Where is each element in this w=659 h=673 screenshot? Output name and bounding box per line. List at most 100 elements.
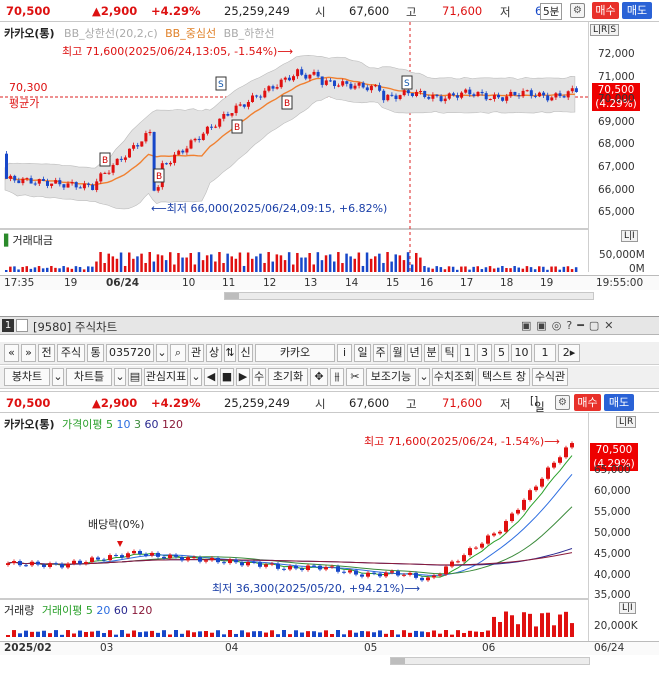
toolbar-button[interactable]: ⫵ xyxy=(330,368,344,386)
toolbar-button[interactable]: 035720 xyxy=(106,344,154,362)
top-li-toggle[interactable]: L|I xyxy=(621,230,638,242)
volume-bar xyxy=(333,261,336,272)
volume-bar xyxy=(513,266,516,272)
volume-bar xyxy=(12,630,16,637)
sell-button[interactable]: 매도 xyxy=(622,2,652,19)
toolbar-button[interactable]: ⌄ xyxy=(190,368,202,386)
bottom-gear-icon[interactable]: ⚙ xyxy=(555,395,570,410)
candle-body xyxy=(390,94,394,96)
toolbar-button[interactable]: 수치조회 xyxy=(432,368,476,386)
volume-bar xyxy=(540,613,544,637)
toolbar-button[interactable]: ◀ xyxy=(204,368,218,386)
toolbar-button[interactable]: 차트틀 xyxy=(66,368,112,386)
toolbar-button[interactable]: 봉차트 xyxy=(4,368,50,386)
bottom-sell-button[interactable]: 매도 xyxy=(604,394,634,411)
toolbar-button[interactable]: 일 xyxy=(354,344,371,362)
toolbar-button[interactable]: 1 xyxy=(534,344,556,362)
toolbar-button[interactable]: ⌄ xyxy=(418,368,430,386)
volume-bar xyxy=(238,252,242,272)
window-link-icon[interactable] xyxy=(16,319,28,332)
toolbar-button[interactable]: 보조기능 xyxy=(366,368,416,386)
bottom-li-toggle[interactable]: L|I xyxy=(619,602,636,614)
toolbar-button[interactable]: » xyxy=(21,344,36,362)
toolbar-button[interactable]: 신 xyxy=(238,344,253,362)
toolbar-button[interactable]: 10 xyxy=(511,344,532,362)
toolbar-button[interactable]: ✥ xyxy=(310,368,328,386)
toolbar-button[interactable]: 분 xyxy=(424,344,439,362)
top-scrollbar[interactable] xyxy=(224,292,594,300)
toolbar-button[interactable]: ⌄ xyxy=(156,344,168,362)
buy-button[interactable]: 매수 xyxy=(592,2,619,19)
toolbar-button[interactable]: 초기화 xyxy=(268,368,308,386)
toolbar-button[interactable]: 관심지표 xyxy=(144,368,188,386)
toolbar-button[interactable]: ■ xyxy=(220,368,234,386)
candle-body xyxy=(186,557,190,561)
toolbar-button[interactable]: 전 xyxy=(38,344,55,362)
bottom-period[interactable]: [일] xyxy=(528,395,545,414)
candle-body xyxy=(341,81,345,86)
volume-bar xyxy=(312,631,316,637)
toolbar-button[interactable]: 2▸ xyxy=(558,344,580,362)
candle-body xyxy=(29,178,33,184)
toolbar-button[interactable]: ✂ xyxy=(346,368,364,386)
candle-body xyxy=(168,554,172,559)
candle-body xyxy=(226,113,230,116)
candle-body xyxy=(474,547,478,549)
bottom-buy-button[interactable]: 매수 xyxy=(574,394,601,411)
toolbar-button[interactable]: 년 xyxy=(407,344,422,362)
toolbar-button[interactable]: 주 xyxy=(373,344,388,362)
toolbar-button[interactable]: 카카오 xyxy=(255,344,335,362)
top-scroll-thumb[interactable] xyxy=(225,293,239,299)
toolbar-button[interactable]: « xyxy=(4,344,19,362)
toolbar-button[interactable]: 월 xyxy=(390,344,405,362)
toolbar-button[interactable]: 주식 xyxy=(57,344,85,362)
toolbar-button[interactable]: 틱 xyxy=(441,344,458,362)
candle-body xyxy=(406,90,410,94)
top-change: ▲2,900 xyxy=(92,4,138,18)
toolbar-button[interactable]: 3 xyxy=(477,344,492,362)
bottom-vol-tick: 20,000K xyxy=(594,620,638,632)
volume-bar xyxy=(304,257,307,272)
volume-bar xyxy=(374,256,377,272)
bottom-change: ▲2,900 xyxy=(92,396,138,410)
toolbar-button[interactable]: ⌄ xyxy=(114,368,126,386)
candle-body xyxy=(42,564,46,567)
volume-bar xyxy=(216,630,220,637)
toolbar-button[interactable]: i xyxy=(337,344,352,362)
toolbar-button[interactable]: 통 xyxy=(87,344,104,362)
volume-bar xyxy=(222,263,225,272)
gear-icon[interactable]: ⚙ xyxy=(570,3,585,18)
candle-body xyxy=(492,94,496,99)
top-chart[interactable]: B B B B S S xyxy=(0,22,659,294)
candle-body xyxy=(228,559,232,564)
toolbar-button[interactable]: 수 xyxy=(252,368,266,386)
volume-bar xyxy=(390,261,393,272)
volume-bar xyxy=(234,633,238,637)
candle-body xyxy=(230,113,234,116)
volume-bar xyxy=(354,632,358,637)
bottom-scrollbar[interactable] xyxy=(390,657,590,665)
toolbar-button[interactable]: 상 xyxy=(206,344,222,362)
candle-body xyxy=(210,126,213,128)
bottom-scroll-thumb[interactable] xyxy=(391,658,405,664)
volume-bar xyxy=(144,262,147,272)
toolbar-button[interactable]: 수식관 xyxy=(532,368,568,386)
vol-ma-5: 5 xyxy=(85,604,93,617)
toolbar-button[interactable]: 1 xyxy=(460,344,475,362)
toolbar-button[interactable]: ⌕ xyxy=(170,344,186,362)
toolbar-button[interactable]: ⌄ xyxy=(52,368,64,386)
toolbar-button[interactable]: 5 xyxy=(494,344,509,362)
toolbar-button[interactable]: ▤ xyxy=(128,368,142,386)
window-controls[interactable]: ▣▣◎?━▢✕ xyxy=(521,319,618,332)
top-period[interactable]: 5분 xyxy=(540,3,563,20)
top-time-label: 15 xyxy=(386,277,400,289)
toolbar-button[interactable]: ⇅ xyxy=(224,344,236,362)
toolbar-button[interactable]: 텍스트 창 xyxy=(478,368,530,386)
volume-bar xyxy=(414,630,418,637)
candle-body xyxy=(345,81,349,84)
toolbar-button[interactable]: 관 xyxy=(188,344,204,362)
toolbar-button[interactable]: ▶ xyxy=(236,368,250,386)
vol-ma-60: 60 xyxy=(113,604,128,617)
candle-body xyxy=(432,575,436,578)
candle-body xyxy=(78,560,82,564)
